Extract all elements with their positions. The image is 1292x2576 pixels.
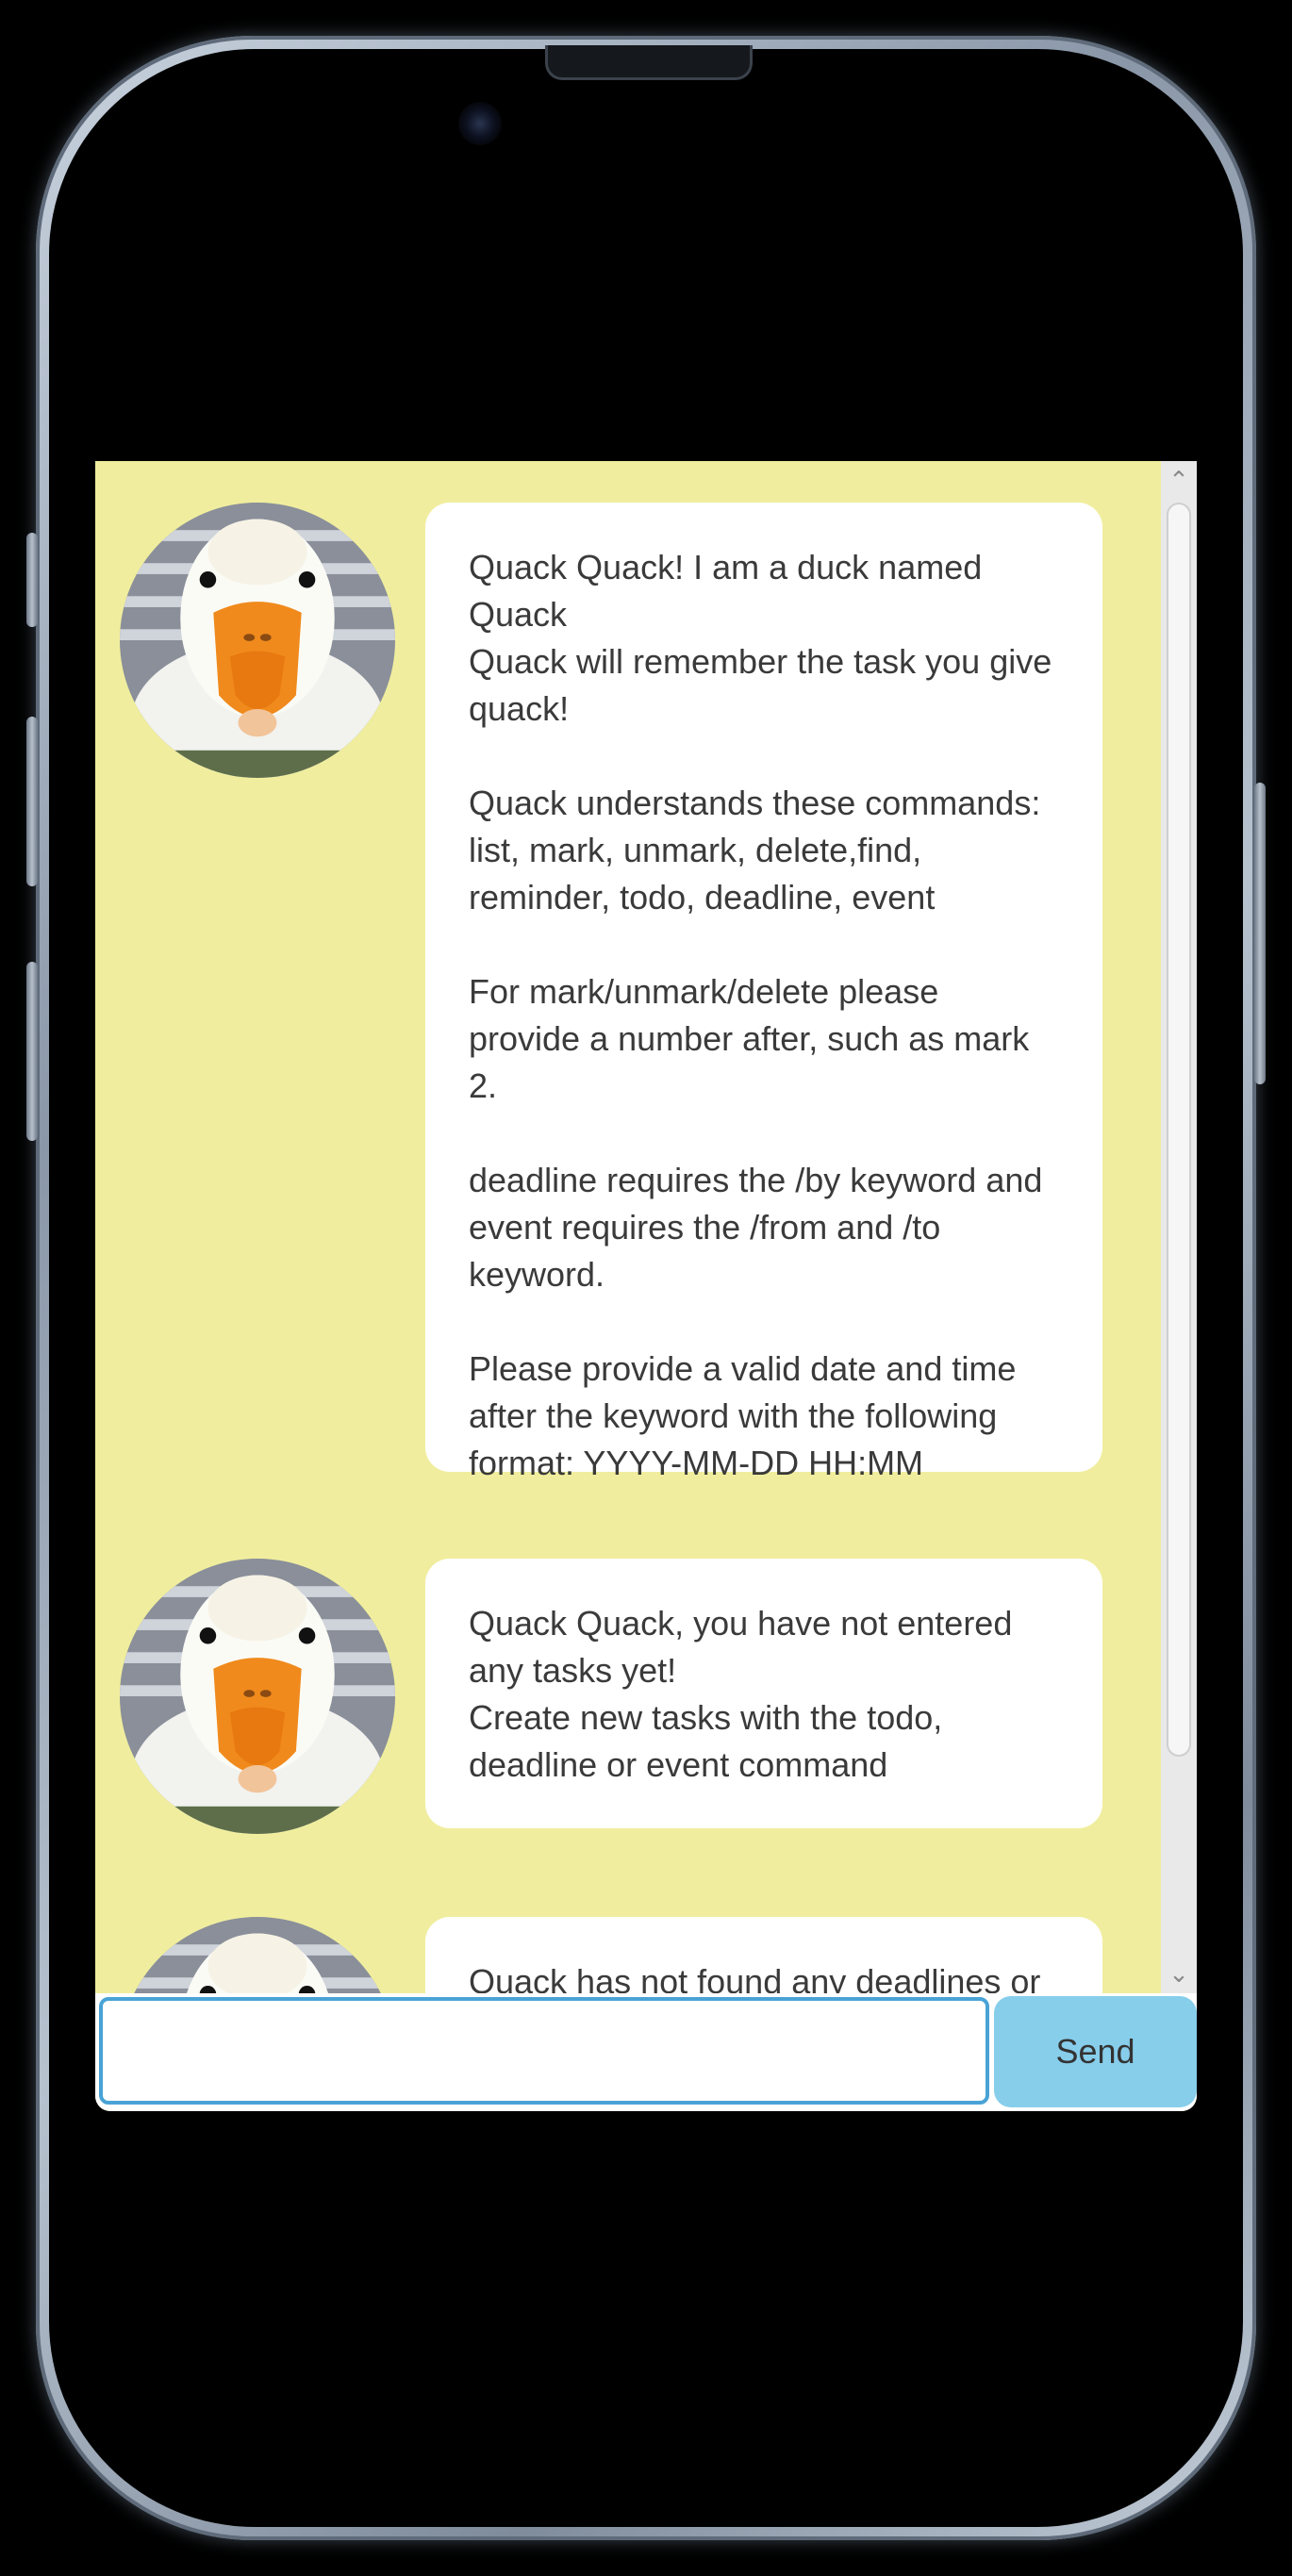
- duck-icon: [120, 503, 395, 778]
- action-button: [26, 533, 38, 627]
- duck-icon: [120, 1559, 395, 1834]
- power-button: [1254, 783, 1266, 1084]
- vertical-scrollbar[interactable]: ⌃ ⌄: [1161, 461, 1197, 1993]
- send-button[interactable]: Send: [994, 1996, 1197, 2107]
- message-bubble: Quack has not found any deadlines or: [425, 1917, 1102, 1993]
- volume-up-button: [26, 717, 38, 886]
- front-camera: [458, 102, 502, 145]
- dialog-container[interactable]: Quack Quack! I am a duck named Quack Qua…: [95, 461, 1161, 1993]
- duck-avatar: [120, 503, 395, 778]
- message-bubble: Quack Quack! I am a duck named Quack Qua…: [425, 503, 1102, 1482]
- volume-down-button: [26, 962, 38, 1141]
- scroll-thumb[interactable]: [1167, 503, 1191, 1757]
- scroll-down-icon[interactable]: ⌄: [1161, 1958, 1197, 1990]
- message-bubble: Quack Quack, you have not entered any ta…: [425, 1559, 1102, 1828]
- user-input-field[interactable]: [99, 1997, 989, 2105]
- scroll-up-icon[interactable]: ⌃: [1161, 465, 1197, 497]
- duck-icon: [120, 1917, 395, 1993]
- chat-window: Quack Quack! I am a duck named Quack Qua…: [95, 461, 1197, 2111]
- duck-avatar: [120, 1559, 395, 1834]
- input-bar: Send: [95, 1993, 1197, 2111]
- duck-avatar: [120, 1917, 395, 1993]
- speaker-grille: [545, 45, 753, 80]
